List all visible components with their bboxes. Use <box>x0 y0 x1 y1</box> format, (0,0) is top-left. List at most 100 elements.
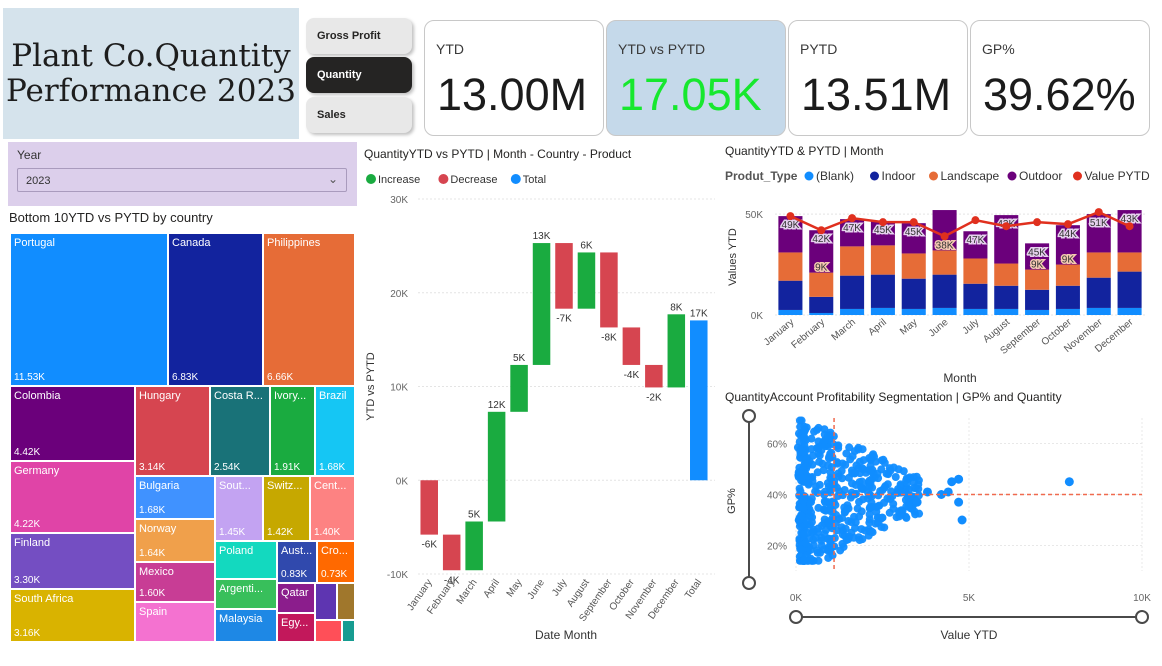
scatter-point <box>874 502 883 511</box>
pytd-point <box>1094 208 1103 217</box>
waterfall-bar <box>622 327 641 365</box>
x-tick-label: April <box>482 577 502 600</box>
waterfall-bar <box>465 521 483 571</box>
x-axis-title: Month <box>943 371 976 385</box>
sales-button[interactable]: Sales <box>306 97 412 133</box>
quantity-button[interactable]: Quantity <box>306 57 412 93</box>
year-slicer: Year 2023 ⌄ <box>8 142 357 206</box>
scatter-point <box>813 548 822 557</box>
treemap-tile[interactable]: Mexico 1.60K <box>135 562 215 602</box>
treemap-tile[interactable]: Ivory... 1.91K <box>270 386 315 476</box>
treemap-tile[interactable]: Spain <box>135 602 215 642</box>
treemap-tile[interactable]: Brazil 1.68K <box>315 386 355 476</box>
y-tick-label: 0K <box>396 476 409 487</box>
treemap-tile[interactable]: Poland <box>215 541 277 579</box>
treemap-tile[interactable] <box>337 583 355 620</box>
scatter-point <box>886 466 895 475</box>
y-zoom-handle <box>742 576 756 590</box>
treemap-tile[interactable] <box>342 620 355 642</box>
treemap-tile[interactable]: Sout... 1.45K <box>215 476 263 541</box>
data-label: 45K <box>874 225 892 236</box>
x-tick-label: July <box>961 317 982 337</box>
treemap-tile[interactable]: Argenti... <box>215 579 277 609</box>
treemap-tile[interactable]: Cent... 1.40K <box>310 476 355 541</box>
scatter-point <box>866 503 875 512</box>
legend-label: Decrease <box>450 174 497 186</box>
treemap-tile[interactable]: Switz... 1.42K <box>263 476 310 541</box>
scatter-point <box>801 455 810 464</box>
treemap-tile-value: 1.42K <box>267 527 294 538</box>
treemap-tile[interactable]: Cro... 0.73K <box>317 541 355 583</box>
scatter-point <box>885 508 894 517</box>
treemap-tile[interactable]: Colombia 4.42K <box>10 386 135 461</box>
treemap-tile[interactable]: Qatar <box>277 583 315 613</box>
year-dropdown[interactable]: 2023 ⌄ <box>17 168 347 192</box>
treemap-tile[interactable]: Finland 3.30K <box>10 533 135 589</box>
kpi-card-ytd-vs-pytd[interactable]: YTD vs PYTD 17.05K <box>606 20 786 136</box>
legend-marker <box>1007 171 1017 181</box>
x-tick-label: February <box>789 317 827 351</box>
treemap-tile-value: 4.42K <box>14 447 41 458</box>
treemap-tile-value: 0.73K <box>321 569 348 580</box>
gross-profit-button[interactable]: Gross Profit <box>306 18 412 54</box>
scatter-point <box>797 474 806 483</box>
treemap-tile[interactable] <box>315 620 342 642</box>
scatter-point <box>799 447 808 456</box>
y-tick-label: 20K <box>390 289 408 300</box>
legend-marker <box>1073 171 1082 181</box>
kpi-label: PYTD <box>800 41 838 57</box>
legend-label: (Blank) <box>816 169 854 183</box>
scatter-point <box>820 497 829 506</box>
x-tick-label: June <box>526 577 548 601</box>
treemap-tile[interactable]: Philippines 6.66K <box>263 233 355 386</box>
legend-marker <box>929 171 938 181</box>
slicer-label: Year <box>17 148 42 162</box>
treemap-tile[interactable] <box>315 583 337 620</box>
treemap-tile-value: 1.64K <box>139 548 166 559</box>
treemap-tile[interactable]: South Africa 3.16K <box>10 589 135 642</box>
scatter-point <box>845 532 854 541</box>
treemap-tile[interactable]: Germany 4.22K <box>10 461 135 533</box>
stacked-bar-segment <box>840 246 865 276</box>
treemap-tile[interactable]: Aust... 0.83K <box>277 541 317 583</box>
scatter-point <box>954 497 964 507</box>
treemap-tile[interactable]: Portugal 11.53K <box>10 233 168 386</box>
kpi-card-gp-percent[interactable]: GP% 39.62% <box>970 20 1150 136</box>
treemap-tile[interactable]: Costa R... 2.54K <box>210 386 270 476</box>
stacked-bar-segment <box>901 278 926 309</box>
data-label: -7K <box>556 314 572 325</box>
treemap-tile[interactable]: Norway 1.64K <box>135 519 215 562</box>
treemap-tile[interactable]: Malaysia <box>215 609 277 642</box>
x-zoom-handle <box>789 610 803 624</box>
treemap-tile[interactable]: Egy... <box>277 613 315 642</box>
data-label: 8K <box>670 302 683 313</box>
scatter-point <box>834 444 843 453</box>
kpi-card-pytd[interactable]: PYTD 13.51M <box>788 20 968 136</box>
treemap-tile-value: 3.14K <box>139 462 166 473</box>
scatter-chart: 20% 40% 60% 0K 5K 10K GP% Value YTD <box>726 409 1151 642</box>
treemap-tile-value: 1.60K <box>139 588 166 599</box>
treemap-tile-name: Germany <box>14 465 60 477</box>
scatter-point <box>852 461 861 470</box>
report-page: Plant Co.Quantity Performance 2023 Gross… <box>0 0 1162 666</box>
treemap-tile-value: 1.40K <box>314 527 341 538</box>
pytd-point <box>1063 220 1072 229</box>
data-label: -6K <box>421 540 437 551</box>
treemap-tile[interactable]: Bulgaria 1.68K <box>135 476 215 519</box>
scatter-point <box>857 525 866 534</box>
scatter-point <box>800 433 809 442</box>
data-label: 17K <box>690 308 708 319</box>
data-label: 9K <box>815 263 828 274</box>
treemap-tile[interactable]: Hungary 3.14K <box>135 386 210 476</box>
scatter-point <box>824 454 833 463</box>
y-tick-label: 50K <box>745 210 763 221</box>
scatter-point <box>912 472 921 481</box>
treemap-tile[interactable]: Canada 6.83K <box>168 233 263 386</box>
scatter-point <box>873 513 882 522</box>
scatter-point <box>877 522 886 531</box>
stacked-bar-segment <box>778 280 803 310</box>
y-tick-label: 20% <box>767 542 787 553</box>
kpi-card-ytd[interactable]: YTD 13.00M <box>424 20 604 136</box>
kpi-value: 39.62% <box>983 69 1136 120</box>
waterfall-bar <box>510 364 528 412</box>
